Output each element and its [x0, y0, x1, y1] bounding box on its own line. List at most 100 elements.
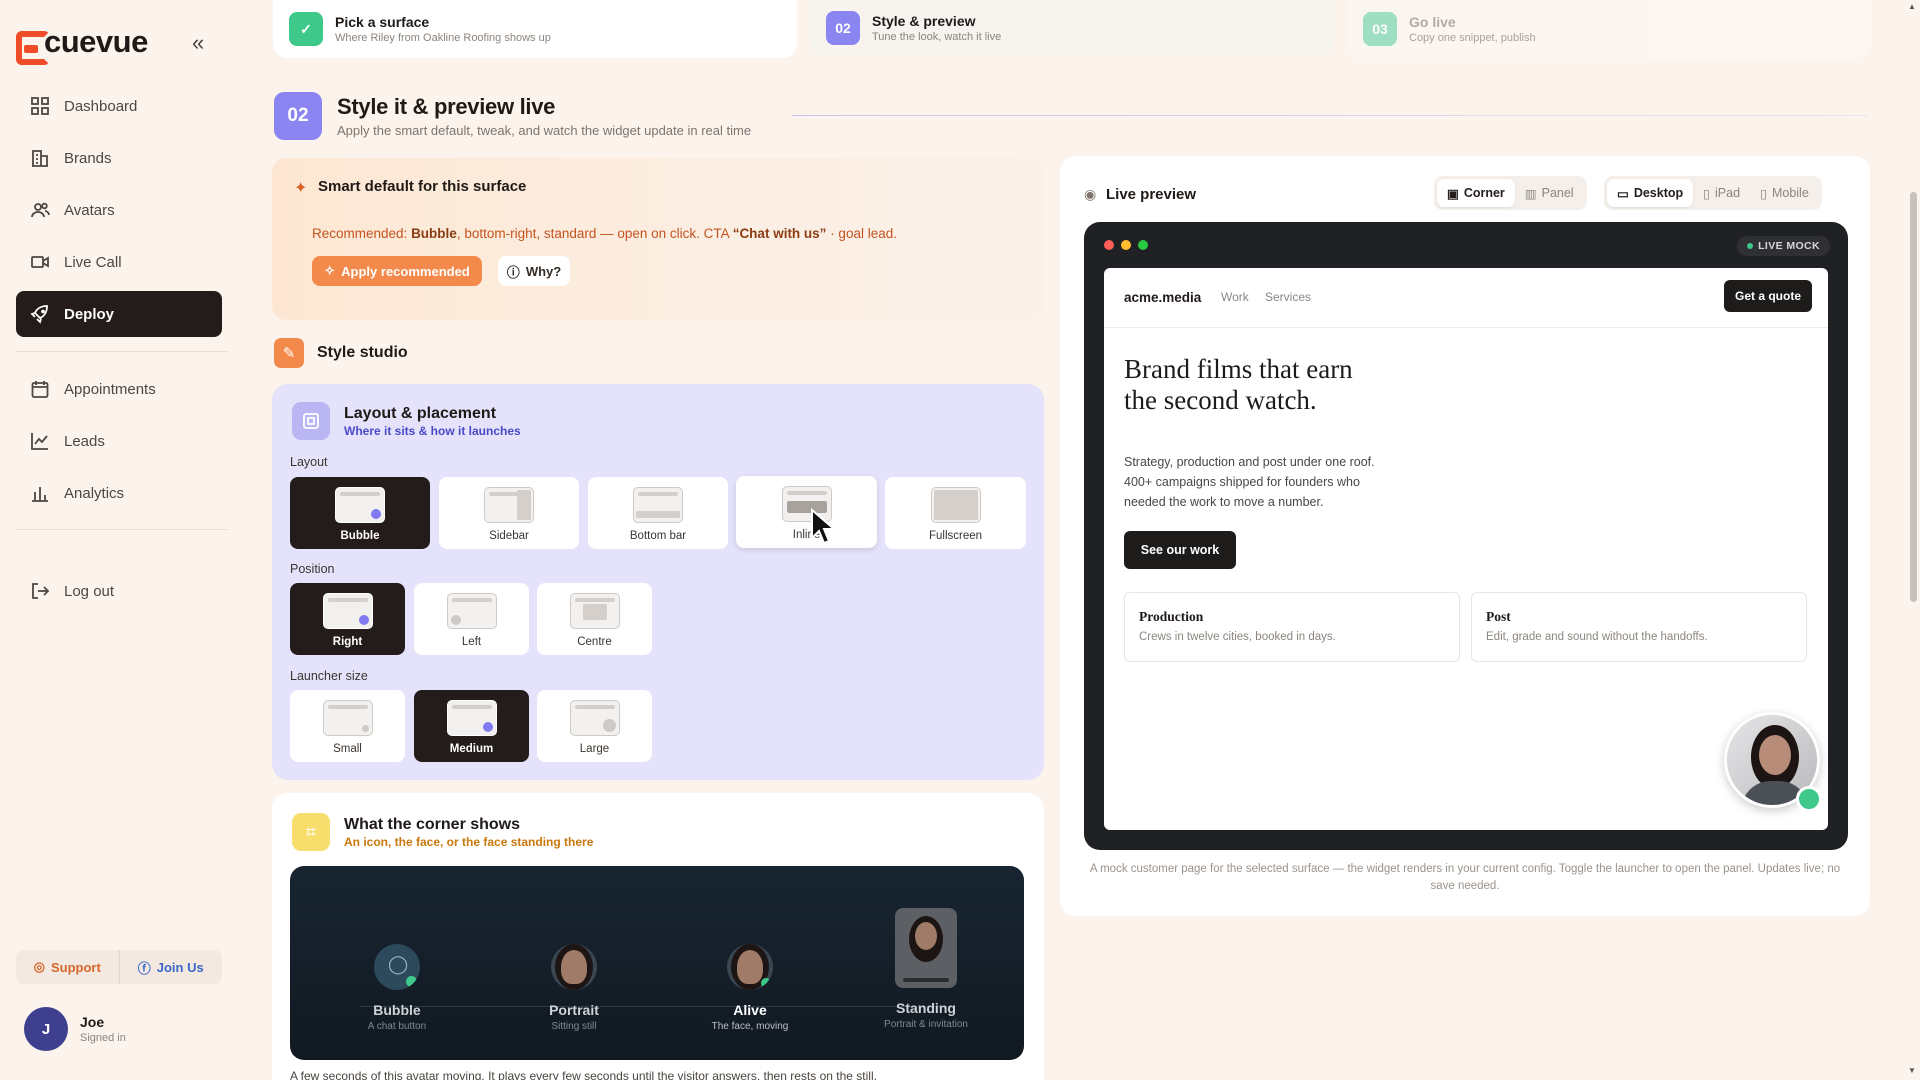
- user-name: Joe: [80, 1014, 105, 1030]
- logo[interactable]: cuevue: [16, 24, 148, 65]
- large-thumb-icon: [569, 700, 620, 736]
- page-subtitle: Apply the smart default, tweak, and watc…: [337, 123, 752, 138]
- chat-bubble-icon: ◯: [374, 944, 420, 990]
- mode-toggle: ▣ Corner ▥ Panel: [1434, 176, 1587, 210]
- section-number: 02: [274, 92, 322, 140]
- sidebar-item-label: Analytics: [64, 484, 125, 502]
- size-option-large[interactable]: Large: [537, 690, 652, 762]
- option-label: Right: [332, 636, 363, 648]
- sidebar-item-avatars[interactable]: Avatars: [16, 187, 222, 233]
- size-option-medium[interactable]: Medium: [414, 690, 529, 762]
- avatar: J: [24, 1007, 68, 1051]
- corner-options-panel: ◯ Bubble A chat button Portrait Sitting …: [290, 866, 1024, 1060]
- step-pick-surface[interactable]: ✓ Pick a surface Where Riley from Oakline…: [273, 0, 797, 58]
- building-icon: [32, 150, 48, 167]
- layout-placement-card: Layout & placement Where it sits & how i…: [272, 384, 1044, 780]
- eye-icon: ◉: [1084, 186, 1097, 202]
- corner-option-standing[interactable]: Standing Portrait & invitation: [846, 908, 1006, 1030]
- sidebar-item-leads[interactable]: Leads: [16, 418, 222, 464]
- tab-corner[interactable]: ▣ Corner: [1437, 179, 1515, 207]
- join-us-button[interactable]: ⓕ Join Us: [120, 950, 223, 984]
- step-go-live[interactable]: 03 Go live Copy one snippet, publish: [1347, 0, 1871, 58]
- sidebar-item-dashboard[interactable]: Dashboard: [16, 83, 222, 129]
- users-icon: [31, 202, 50, 218]
- sidebar-item-label: Appointments: [64, 380, 156, 398]
- support-button[interactable]: ◎ Support: [16, 950, 120, 984]
- corner-card-sub: An icon, the face, or the face standing …: [344, 835, 594, 849]
- layout-option-sidebar[interactable]: Sidebar: [439, 477, 579, 549]
- option-title: Alive: [733, 1002, 767, 1018]
- layout-option-bubble[interactable]: Bubble: [290, 477, 430, 549]
- alive-avatar: [727, 944, 773, 990]
- sidebar-item-analytics[interactable]: Analytics: [16, 470, 222, 516]
- sidebar-item-logout[interactable]: Log out: [16, 568, 222, 614]
- online-status-dot-icon: [1796, 786, 1822, 812]
- option-label: Bubble: [340, 530, 380, 542]
- scroll-down-icon[interactable]: ▼: [1908, 1066, 1916, 1075]
- option-label: Medium: [449, 743, 494, 755]
- sparkle-icon: ✦: [294, 180, 308, 197]
- corner-option-portrait[interactable]: Portrait Sitting still: [494, 944, 654, 1032]
- logout-icon: [32, 583, 50, 599]
- fullscreen-thumb-icon: [930, 487, 981, 523]
- position-option-centre[interactable]: Centre: [537, 583, 652, 655]
- live-mock-badge: LIVE MOCK: [1737, 236, 1830, 256]
- size-option-small[interactable]: Small: [290, 690, 405, 762]
- option-label: Large: [579, 743, 610, 755]
- layout-option-bottom-bar[interactable]: Bottom bar: [588, 477, 728, 549]
- mouse-cursor-icon: [811, 508, 837, 545]
- sidebar-item-live-call[interactable]: Live Call: [16, 239, 222, 285]
- tab-mobile[interactable]: ▯ Mobile: [1750, 179, 1819, 207]
- step-number: 03: [1363, 12, 1397, 46]
- sidebar-item-label: Leads: [64, 432, 105, 450]
- sidebar-item-label: Live Call: [64, 253, 122, 271]
- layout-option-fullscreen[interactable]: Fullscreen: [885, 477, 1026, 549]
- monitor-icon: ▭: [1617, 186, 1629, 201]
- lifebuoy-icon: ◎: [33, 959, 45, 974]
- collapse-sidebar-icon[interactable]: «: [192, 30, 204, 56]
- tab-ipad[interactable]: ▯ iPad: [1693, 179, 1750, 207]
- style-studio-title: Style studio: [317, 344, 408, 361]
- step-title: Style & preview: [872, 13, 976, 29]
- sidebar-item-label: Log out: [64, 582, 115, 600]
- corner-option-alive[interactable]: Alive The face, moving: [670, 944, 830, 1032]
- user-profile[interactable]: J Joe Signed in: [24, 1007, 126, 1051]
- page-title: Style it & preview live: [337, 94, 556, 119]
- sidebar-item-deploy[interactable]: Deploy: [16, 291, 222, 337]
- apply-label: Apply recommended: [341, 263, 470, 279]
- user-status: Signed in: [80, 1032, 126, 1044]
- sidebar-item-label: Deploy: [64, 305, 115, 323]
- trend-icon: [31, 433, 48, 450]
- option-label: Bottom bar: [629, 530, 687, 542]
- sidebar-item-brands[interactable]: Brands: [16, 135, 222, 181]
- layout-card-sub: Where it sits & how it launches: [344, 424, 521, 438]
- left-thumb-icon: [446, 593, 497, 629]
- sidebar-item-appointments[interactable]: Appointments: [16, 366, 222, 412]
- apply-recommended-button[interactable]: ✧ Apply recommended: [312, 256, 482, 286]
- why-label: Why?: [525, 263, 562, 279]
- minimize-dot-icon: [1121, 240, 1131, 250]
- tab-desktop[interactable]: ▭ Desktop: [1607, 179, 1694, 207]
- position-option-left[interactable]: Left: [414, 583, 529, 655]
- layout-option-inline[interactable]: Inline: [736, 476, 877, 548]
- preview-caption: A mock customer page for the selected su…: [1089, 863, 1841, 892]
- corner-option-bubble[interactable]: ◯ Bubble A chat button: [317, 944, 477, 1032]
- option-label: Centre: [577, 636, 612, 648]
- scrollbar-thumb[interactable]: [1910, 192, 1917, 602]
- scan-face-icon: ⌗: [292, 813, 330, 851]
- step-title: Go live: [1409, 14, 1456, 30]
- why-button[interactable]: ⓘ Why?: [498, 256, 570, 286]
- rec-cta: “Chat with us”: [732, 226, 827, 241]
- right-thumb-icon: [322, 593, 373, 629]
- browser-mock: LIVE MOCK acme.media Work Services Get a…: [1084, 222, 1848, 850]
- scroll-up-icon[interactable]: ▲: [1908, 2, 1916, 11]
- option-sub: Portrait & invitation: [884, 1019, 968, 1030]
- step-style-preview[interactable]: 02 Style & preview Tune the look, watch i…: [810, 0, 1334, 56]
- layout-card-title: Layout & placement: [344, 405, 497, 422]
- mock-feature-production: Production Crews in twelve cities, booked…: [1124, 592, 1460, 662]
- phone-icon: ▯: [1760, 186, 1767, 201]
- panel-icon: ▥: [1524, 186, 1537, 201]
- tab-panel[interactable]: ▥ Panel: [1515, 179, 1584, 207]
- option-label: Small: [333, 743, 362, 755]
- position-option-right[interactable]: Right: [290, 583, 405, 655]
